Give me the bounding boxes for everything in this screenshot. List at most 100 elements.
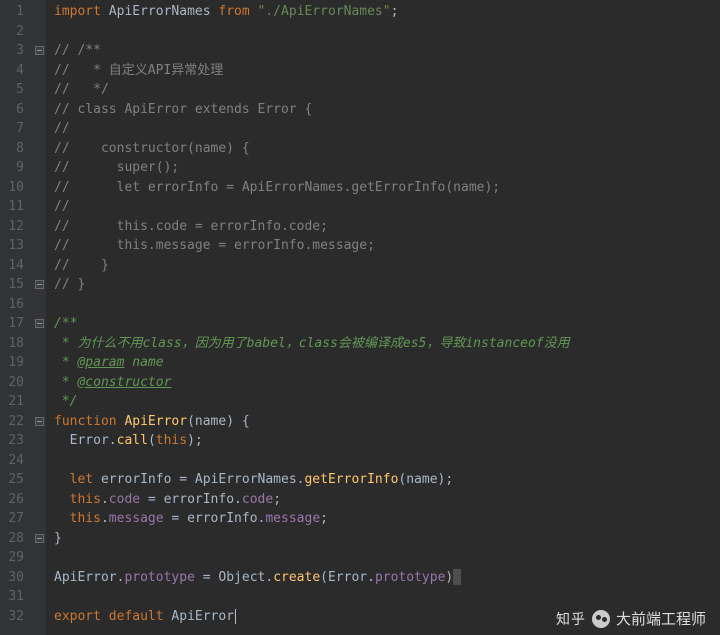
code-line[interactable]: [54, 295, 720, 315]
code-line[interactable]: // let errorInfo = ApiErrorNames.getErro…: [54, 178, 720, 198]
line-number: 18: [4, 334, 24, 354]
line-number: 22: [4, 412, 24, 432]
token-cmt: //: [54, 199, 70, 214]
line-number: 4: [4, 61, 24, 81]
code-line[interactable]: // * 自定义API异常处理: [54, 61, 720, 81]
code-line[interactable]: // /**: [54, 41, 720, 61]
token-cmt: //: [54, 121, 70, 136]
token-pun: .: [101, 492, 109, 507]
token-cmt: // super();: [54, 160, 179, 175]
code-line[interactable]: * 为什么不用class，因为用了babel，class会被编译成es5，导致i…: [54, 334, 720, 354]
token-kw: this: [70, 511, 101, 526]
watermark-author: 大前端工程师: [616, 608, 706, 629]
token-pun: [101, 609, 109, 624]
fold-toggle-icon[interactable]: [35, 46, 44, 55]
code-line[interactable]: function ApiError(name) {: [54, 412, 720, 432]
highlight-block: [453, 569, 461, 585]
code-line[interactable]: // constructor(name) {: [54, 139, 720, 159]
token-id: errorInfo: [164, 492, 234, 507]
token-cmt: // */: [54, 82, 109, 97]
code-line[interactable]: // }: [54, 256, 720, 276]
code-line[interactable]: [54, 587, 720, 607]
code-line[interactable]: // */: [54, 80, 720, 100]
token-fn: call: [117, 433, 148, 448]
line-number: 30: [4, 568, 24, 588]
code-line[interactable]: Error.call(this);: [54, 431, 720, 451]
fold-toggle-icon[interactable]: [35, 417, 44, 426]
code-line[interactable]: [54, 548, 720, 568]
token-pun: =: [195, 570, 218, 585]
line-number: 21: [4, 392, 24, 412]
token-doc: */: [54, 394, 77, 409]
code-line[interactable]: /**: [54, 314, 720, 334]
token-id: ApiError: [171, 609, 234, 624]
token-id: name: [195, 414, 226, 429]
token-kw: let: [70, 472, 93, 487]
line-number: 7: [4, 119, 24, 139]
code-line[interactable]: // this.code = errorInfo.code;: [54, 217, 720, 237]
code-line[interactable]: // }: [54, 275, 720, 295]
token-pun: [101, 4, 109, 19]
token-doc: *: [54, 355, 77, 370]
token-doc: *: [54, 375, 77, 390]
token-doct: @constructor: [77, 375, 171, 390]
token-kw: from: [218, 4, 249, 19]
token-pun: ): [445, 570, 453, 585]
code-line[interactable]: // super();: [54, 158, 720, 178]
code-line[interactable]: let errorInfo = ApiErrorNames.getErrorIn…: [54, 470, 720, 490]
line-number: 15: [4, 275, 24, 295]
token-doc: name: [124, 355, 163, 370]
token-pun: .: [109, 433, 117, 448]
code-line[interactable]: }: [54, 529, 720, 549]
token-pun: (: [148, 433, 156, 448]
code-line[interactable]: //: [54, 119, 720, 139]
token-pun: (: [320, 570, 328, 585]
token-id: errorInfo: [101, 472, 171, 487]
line-number: 23: [4, 431, 24, 451]
code-line[interactable]: // class ApiError extends Error {: [54, 100, 720, 120]
token-pun: .: [234, 492, 242, 507]
token-kw: this: [70, 492, 101, 507]
token-id: errorInfo: [187, 511, 257, 526]
fold-toggle-icon[interactable]: [35, 319, 44, 328]
line-number: 10: [4, 178, 24, 198]
code-line[interactable]: //: [54, 197, 720, 217]
token-doct: @param: [77, 355, 124, 370]
code-line[interactable]: [54, 451, 720, 471]
line-number: 31: [4, 587, 24, 607]
line-number: 12: [4, 217, 24, 237]
fold-toggle-icon[interactable]: [35, 280, 44, 289]
token-kw: import: [54, 4, 101, 19]
token-pun: .: [265, 570, 273, 585]
token-pun: ;: [273, 492, 281, 507]
code-line[interactable]: this.message = errorInfo.message;: [54, 509, 720, 529]
line-number: 3: [4, 41, 24, 61]
token-pun: =: [140, 492, 163, 507]
code-line[interactable]: this.code = errorInfo.code;: [54, 490, 720, 510]
code-line[interactable]: * @constructor: [54, 373, 720, 393]
code-line[interactable]: [54, 22, 720, 42]
code-area[interactable]: import ApiErrorNames from "./ApiErrorNam…: [46, 0, 720, 635]
token-prop: prototype: [124, 570, 194, 585]
fold-toggle-icon[interactable]: [35, 534, 44, 543]
code-line[interactable]: import ApiErrorNames from "./ApiErrorNam…: [54, 2, 720, 22]
code-editor[interactable]: 1234567891011121314151617181920212223242…: [0, 0, 720, 635]
code-line[interactable]: ApiError.prototype = Object.create(Error…: [54, 568, 720, 588]
token-pun: .: [367, 570, 375, 585]
code-line[interactable]: */: [54, 392, 720, 412]
line-number: 6: [4, 100, 24, 120]
fold-gutter[interactable]: [32, 0, 46, 635]
token-id: Error: [328, 570, 367, 585]
code-line[interactable]: * @param name: [54, 353, 720, 373]
code-line[interactable]: // this.message = errorInfo.message;: [54, 236, 720, 256]
line-number: 24: [4, 451, 24, 471]
line-number: 2: [4, 22, 24, 42]
line-number: 1: [4, 2, 24, 22]
token-pun: [54, 472, 70, 487]
line-number: 16: [4, 295, 24, 315]
token-kw: this: [156, 433, 187, 448]
line-number: 19: [4, 353, 24, 373]
token-prop: prototype: [375, 570, 445, 585]
token-pun: [54, 433, 70, 448]
token-pun: =: [164, 511, 187, 526]
